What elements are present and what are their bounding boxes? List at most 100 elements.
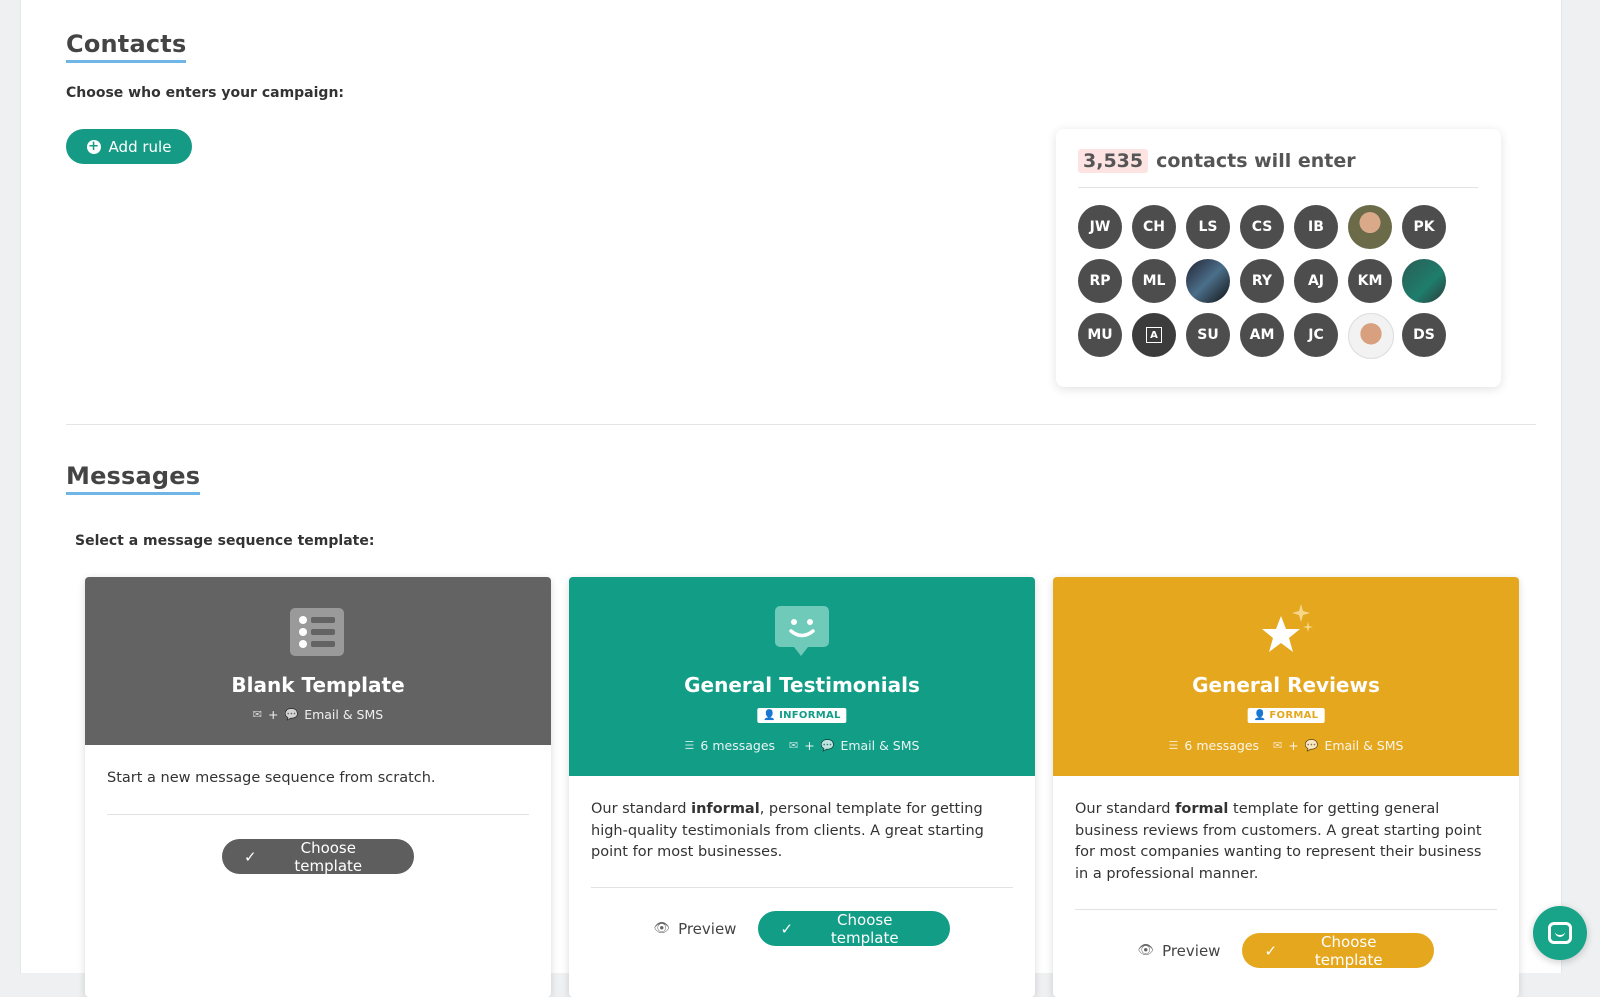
avatar[interactable]: CH [1132,205,1176,249]
choose-template-label: Choose template [1314,932,1383,969]
template-description: Our standard formal template for getting… [1075,776,1497,909]
template-channels: Email & SMS [1324,738,1404,753]
messages-title: Messages [66,462,201,495]
avatar[interactable]: KM [1348,259,1392,303]
template-meta: ☰ 6 messages ✉ + 💬 Email & SMS [1053,738,1519,753]
avatar[interactable]: CS [1240,205,1284,249]
avatar[interactable]: PK [1402,205,1446,249]
page-container: Contacts Choose who enters your campaign… [20,0,1562,997]
star-sparkle-icon [1262,604,1313,652]
template-footer: 👁 Preview ✓ Choose template [591,888,1013,947]
section-divider [66,424,1536,425]
avatar[interactable]: AM [1240,313,1284,357]
template-card-body: Start a new message sequence from scratc… [85,745,551,875]
template-title: General Reviews [1192,673,1380,697]
avatar-photo[interactable] [1348,205,1392,249]
avatar[interactable]: LS [1186,205,1230,249]
choose-template-label: Choose template [294,838,363,875]
tag-label: FORMAL [1269,710,1319,721]
template-card-body: Our standard formal template for getting… [1053,776,1519,969]
messages-subtitle: Select a message sequence template: [75,533,375,549]
preview-label: Preview [1162,941,1221,960]
template-card-blank: Blank Template ✉ + 💬 Email & SMS Start a… [85,577,551,997]
chat-icon [1548,922,1572,944]
choose-template-button[interactable]: ✓ Choose template [758,910,951,947]
add-rule-label: Add rule [108,137,172,156]
choose-template-label: Choose template [830,910,899,947]
avatar-grid: JW CH LS CS IB PK RP ML RY AJ KM MU A SU… [1078,205,1446,359]
smile-chat-icon [775,606,829,656]
avatar[interactable]: DS [1402,313,1446,357]
template-description: Our standard informal, personal template… [591,776,1013,887]
contacts-summary-header: 3,535 contacts will enter [1078,149,1478,188]
envelope-icon: ✉ [252,708,262,721]
contacts-summary-card: 3,535 contacts will enter JW CH LS CS IB… [1056,129,1501,387]
avatar[interactable]: IB [1294,205,1338,249]
tag-label: INFORMAL [779,710,841,721]
choose-template-button[interactable]: ✓ Choose template [222,838,414,875]
template-footer: ✓ Choose template [107,815,529,875]
user-icon: 👤 [763,710,777,721]
chat-launcher-button[interactable] [1533,906,1587,960]
template-channels: Email & SMS [304,707,384,722]
template-card-testimonials: General Testimonials 👤 INFORMAL ☰ 6 mess… [569,577,1035,997]
plus-circle-icon: + [86,139,101,154]
list-icon [290,608,344,656]
check-icon: ✓ [244,847,257,866]
contacts-subtitle: Choose who enters your campaign: [66,85,345,101]
list-small-icon: ☰ [684,739,695,752]
avatar[interactable]: SU [1186,313,1230,357]
add-rule-button[interactable]: + Add rule [66,129,192,164]
eye-icon: 👁 [653,921,671,936]
template-card-body: Our standard informal, personal template… [569,776,1035,947]
sms-bubble-icon: 💬 [284,708,299,721]
choose-template-button[interactable]: ✓ Choose template [1242,932,1435,969]
envelope-icon: ✉ [1273,739,1283,752]
template-card-reviews: General Reviews 👤 FORMAL ☰ 6 messages ✉ … [1053,577,1519,997]
desc-part: Our standard [1075,801,1176,817]
template-card-header: General Reviews 👤 FORMAL ☰ 6 messages ✉ … [1053,577,1519,776]
template-card-header: Blank Template ✉ + 💬 Email & SMS [85,577,551,745]
contacts-enter-label: contacts will enter [1156,150,1356,172]
envelope-icon: ✉ [789,739,799,752]
avatar[interactable]: RP [1078,259,1122,303]
desc-part: Our standard [591,801,692,817]
template-channels: Email & SMS [840,738,920,753]
channel-join: + [268,707,279,722]
avatar-photo[interactable] [1348,313,1394,359]
desc-bold: informal [691,801,760,817]
avatar[interactable]: JW [1078,205,1122,249]
template-footer: 👁 Preview ✓ Choose template [1075,910,1497,969]
check-icon: ✓ [1264,941,1278,960]
avatar-photo[interactable] [1186,259,1230,303]
contacts-count-badge: 3,535 [1078,149,1149,173]
channel-join: + [1288,738,1299,753]
template-title: Blank Template [231,673,405,697]
sms-bubble-icon: 💬 [1304,739,1319,752]
template-meta: ☰ 6 messages ✉ + 💬 Email & SMS [569,738,1035,753]
template-meta: ✉ + 💬 Email & SMS [85,707,551,722]
avatar-photo[interactable] [1402,259,1446,303]
avatar[interactable]: ML [1132,259,1176,303]
avatar[interactable]: RY [1240,259,1284,303]
check-icon: ✓ [780,919,794,938]
desc-bold: formal [1175,801,1229,817]
avatar[interactable]: MU [1078,313,1122,357]
list-small-icon: ☰ [1168,739,1179,752]
channel-join: + [804,738,815,753]
user-icon: 👤 [1253,710,1267,721]
tag-badge: 👤 FORMAL [1247,708,1325,723]
avatar[interactable]: JC [1294,313,1338,357]
preview-link[interactable]: 👁 Preview [654,920,737,938]
messages-count: 6 messages [1184,738,1260,753]
tag-badge: 👤 INFORMAL [757,708,847,723]
avatar-logo[interactable]: A [1132,313,1176,357]
preview-link[interactable]: 👁 Preview [1138,942,1221,960]
template-card-header: General Testimonials 👤 INFORMAL ☰ 6 mess… [569,577,1035,776]
contacts-title: Contacts [66,30,187,63]
avatar[interactable]: AJ [1294,259,1338,303]
sms-bubble-icon: 💬 [820,739,835,752]
template-title: General Testimonials [684,673,920,697]
template-description: Start a new message sequence from scratc… [107,770,436,786]
logo-a-icon: A [1146,327,1162,343]
